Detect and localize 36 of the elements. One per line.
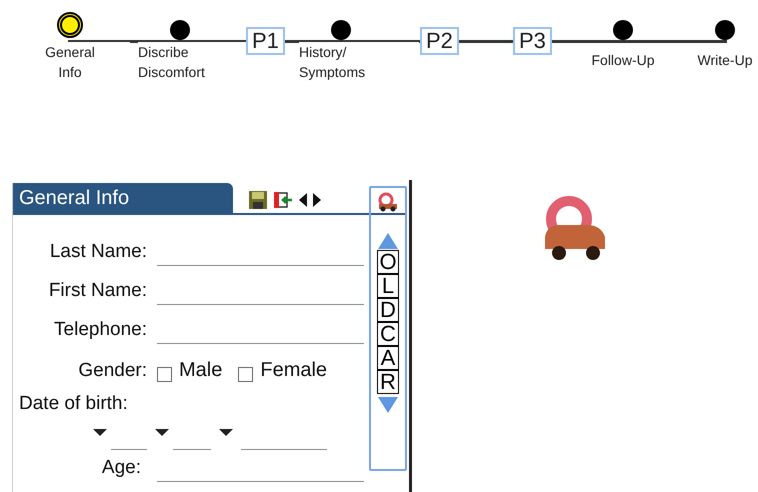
scroll-down-icon[interactable] (377, 396, 399, 414)
step-marker[interactable] (331, 20, 351, 40)
letter-tab[interactable]: O (377, 250, 399, 274)
field-label: Last Name: (48, 240, 147, 264)
dropdown-caret-icon[interactable] (155, 429, 169, 436)
field-label: First Name: (48, 278, 147, 302)
letter-tab[interactable]: C (377, 322, 399, 346)
field-label: Age: (100, 456, 141, 480)
letter-tab[interactable]: R (377, 370, 399, 394)
save-icon[interactable] (248, 190, 268, 210)
step-marker[interactable] (170, 20, 190, 40)
checkbox-label[interactable]: Male (179, 355, 222, 385)
page-button[interactable]: P2 (420, 27, 459, 55)
step-marker[interactable] (715, 20, 735, 40)
dropdown-caret-icon[interactable] (93, 429, 107, 436)
car-icon[interactable] (377, 192, 399, 212)
step-marker[interactable] (613, 20, 633, 40)
current-step-marker[interactable] (57, 12, 83, 38)
page-button[interactable]: P3 (513, 27, 552, 55)
scroll-up-icon[interactable] (377, 232, 399, 250)
letter-tab[interactable]: D (377, 298, 399, 322)
checkbox[interactable] (238, 367, 254, 382)
previous-icon[interactable] (298, 192, 308, 208)
field-label: Date of birth: (19, 392, 128, 416)
checkbox[interactable] (157, 367, 172, 382)
page-button[interactable]: P1 (246, 27, 285, 55)
step-label[interactable]: History/ Symptoms (299, 42, 419, 82)
dropdown-caret-icon[interactable] (219, 429, 233, 436)
field-label: Telephone: (53, 318, 147, 342)
field-label: Gender: (77, 358, 147, 382)
panel-title: General Info (13, 183, 233, 213)
checkbox-label[interactable]: Female (260, 355, 328, 385)
letter-tab[interactable]: L (377, 274, 399, 298)
next-icon[interactable] (312, 192, 322, 208)
exit-icon[interactable] (272, 190, 294, 210)
letter-tab[interactable]: A (377, 346, 399, 370)
